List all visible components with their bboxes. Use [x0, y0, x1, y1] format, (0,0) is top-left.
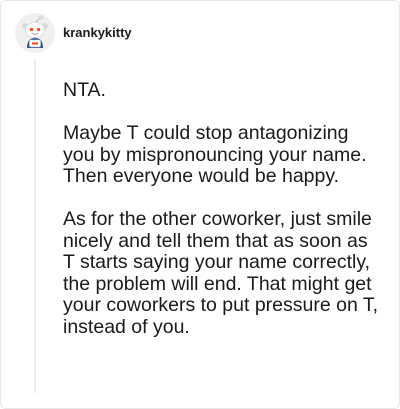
comment-paragraph: Maybe T could stop antagonizing you by m… — [63, 122, 367, 187]
comment-paragraph: As for the other coworker, just smile ni… — [63, 208, 379, 338]
comment-author[interactable]: krankykitty — [63, 25, 132, 40]
comment-card: krankykitty NTA. Maybe T could stop anta… — [0, 0, 400, 409]
comment-body: NTA. Maybe T could stop antagonizing you… — [63, 79, 381, 360]
comment-paragraph: NTA. — [63, 79, 106, 101]
user-avatar[interactable] — [15, 13, 55, 53]
thread-line[interactable] — [34, 59, 36, 393]
reddit-snoo-avatar-icon — [15, 13, 55, 53]
